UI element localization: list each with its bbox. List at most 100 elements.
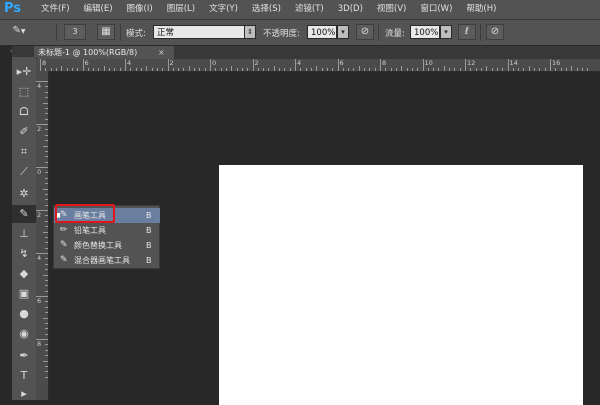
ruler-tick xyxy=(507,59,509,71)
ruler-tick xyxy=(310,68,312,71)
flow-field[interactable]: 100% xyxy=(410,25,440,39)
pressure-opacity-icon[interactable]: ⊘ xyxy=(356,24,374,40)
ruler-tick xyxy=(289,68,291,71)
menu-type[interactable]: 文字(Y) xyxy=(202,0,245,19)
pressure-size-icon[interactable]: ⊘ xyxy=(486,24,504,40)
menu-view[interactable]: 视图(V) xyxy=(370,0,413,19)
separator xyxy=(56,24,57,41)
menu-image[interactable]: 图像(I) xyxy=(120,0,160,19)
ruler-tick xyxy=(576,68,578,71)
brush-panel-toggle-icon[interactable]: ▦ xyxy=(97,24,115,40)
flyout-item-pencil[interactable]: ✏ 铅笔工具 B xyxy=(54,223,160,238)
airbrush-icon[interactable]: ℓ xyxy=(458,24,476,40)
ruler-tick xyxy=(502,68,504,71)
menu-3d[interactable]: 3D(D) xyxy=(331,0,370,19)
crop-tool-icon[interactable]: ⌗ xyxy=(12,143,36,161)
close-icon[interactable]: × xyxy=(158,46,170,59)
mode-dropdown[interactable]: 正常 xyxy=(153,25,245,39)
ruler-tick xyxy=(449,68,451,71)
ruler-tick xyxy=(125,59,126,71)
type-tool-icon[interactable]: T xyxy=(12,367,36,385)
marquee-tool-icon[interactable]: ⬚ xyxy=(12,83,36,101)
ruler-tick xyxy=(215,68,217,71)
app-logo: Ps xyxy=(4,1,22,16)
ruler-tick xyxy=(433,68,435,71)
ruler-tick xyxy=(358,66,360,71)
menu-filter[interactable]: 滤镜(T) xyxy=(288,0,331,19)
menu-items: 文件(F) 编辑(E) 图像(I) 图层(L) 文字(Y) 选择(S) 滤镜(T… xyxy=(34,0,503,19)
ruler-tick xyxy=(93,68,95,71)
ruler-tick xyxy=(45,86,48,88)
ruler-tick xyxy=(45,183,48,185)
eyedropper-tool-icon[interactable]: ⟋ xyxy=(12,163,36,181)
chevron-down-icon[interactable]: ▾ xyxy=(440,25,452,39)
brush-size-value: 3 xyxy=(72,27,78,36)
ruler-tick xyxy=(45,349,48,351)
ruler-tick xyxy=(45,107,48,109)
document-canvas[interactable] xyxy=(219,165,583,405)
ruler-tick xyxy=(45,150,48,152)
ruler-tick xyxy=(98,68,100,71)
chevron-down-icon[interactable]: ⇕ xyxy=(244,25,256,39)
flyout-item-color-replace[interactable]: ✎ 颜色替换工具 B xyxy=(54,238,160,253)
ruler-tick xyxy=(45,301,48,303)
mode-label: 模式: xyxy=(126,29,146,39)
ruler-label: 6 xyxy=(339,59,344,67)
ruler-label: 4 xyxy=(127,59,132,67)
ruler-tick xyxy=(231,66,233,71)
ruler-label: 4 xyxy=(37,254,42,262)
ruler-tick xyxy=(43,274,48,276)
ruler-tick xyxy=(438,68,440,71)
menu-window[interactable]: 窗口(W) xyxy=(413,0,459,19)
stamp-tool-icon[interactable]: ⊥ xyxy=(12,225,36,243)
ruler-tick xyxy=(199,68,201,71)
ruler-label: 16 xyxy=(552,59,561,67)
menu-select[interactable]: 选择(S) xyxy=(245,0,288,19)
ruler-tick xyxy=(36,81,48,82)
ruler-tick xyxy=(220,68,222,71)
gradient-tool-icon[interactable]: ▣ xyxy=(12,285,36,303)
ruler-label: 2 xyxy=(169,59,174,67)
ruler-tick xyxy=(390,68,392,71)
ruler-tick xyxy=(45,242,48,244)
chevron-down-icon[interactable]: ▾ xyxy=(337,25,349,39)
lasso-tool-icon[interactable]: ᗝ xyxy=(12,103,36,121)
menu-edit[interactable]: 编辑(E) xyxy=(77,0,120,19)
ruler-tick xyxy=(45,333,48,335)
healing-tool-icon[interactable]: ✲ xyxy=(12,185,36,203)
brush-preset-picker[interactable]: 3 xyxy=(64,24,86,40)
dodge-tool-icon[interactable]: ◉ xyxy=(12,325,36,343)
ruler-tick xyxy=(45,226,48,228)
ruler-tick xyxy=(342,68,344,71)
quick-select-tool-icon[interactable]: ✐ xyxy=(12,123,36,141)
menu-layer[interactable]: 图层(L) xyxy=(160,0,202,19)
blur-tool-icon[interactable]: ● xyxy=(12,305,36,323)
ruler-tick xyxy=(454,68,456,71)
color-replace-icon: ✎ xyxy=(60,240,68,250)
ruler-tick xyxy=(55,68,57,71)
ruler-tick xyxy=(45,156,48,158)
ruler-tick xyxy=(146,66,148,71)
ruler-tick xyxy=(565,68,567,71)
flyout-item-mixer-brush[interactable]: ✎ 混合器画笔工具 B xyxy=(54,253,160,268)
history-brush-tool-icon[interactable]: ↯ xyxy=(12,245,36,263)
ruler-tick xyxy=(45,285,48,287)
ruler-tick xyxy=(109,68,111,71)
ruler-tick xyxy=(172,68,174,71)
pen-tool-icon[interactable]: ✒ xyxy=(12,347,36,365)
menu-file[interactable]: 文件(F) xyxy=(34,0,77,19)
tool-preset-button[interactable]: ✎▼ xyxy=(6,24,32,40)
ruler-tick xyxy=(491,68,493,71)
document-tab[interactable]: 未标题-1 @ 100%(RGB/8) xyxy=(34,46,174,59)
path-select-tool-icon[interactable]: ▸ xyxy=(12,385,36,403)
brush-tool-icon[interactable]: ✎ xyxy=(12,205,36,223)
ruler-tick xyxy=(316,66,318,71)
ruler-tick xyxy=(496,68,498,71)
ruler-tick xyxy=(395,68,397,71)
opacity-field[interactable]: 100% xyxy=(307,25,337,39)
move-tool-icon[interactable]: ▸✛ xyxy=(12,63,36,81)
eraser-tool-icon[interactable]: ◆ xyxy=(12,265,36,283)
ruler-label: 14 xyxy=(509,59,518,67)
horizontal-ruler: 8 6 4 2 0 2 4 6 8 10 12 14 16 xyxy=(36,59,600,72)
menu-help[interactable]: 帮助(H) xyxy=(459,0,503,19)
